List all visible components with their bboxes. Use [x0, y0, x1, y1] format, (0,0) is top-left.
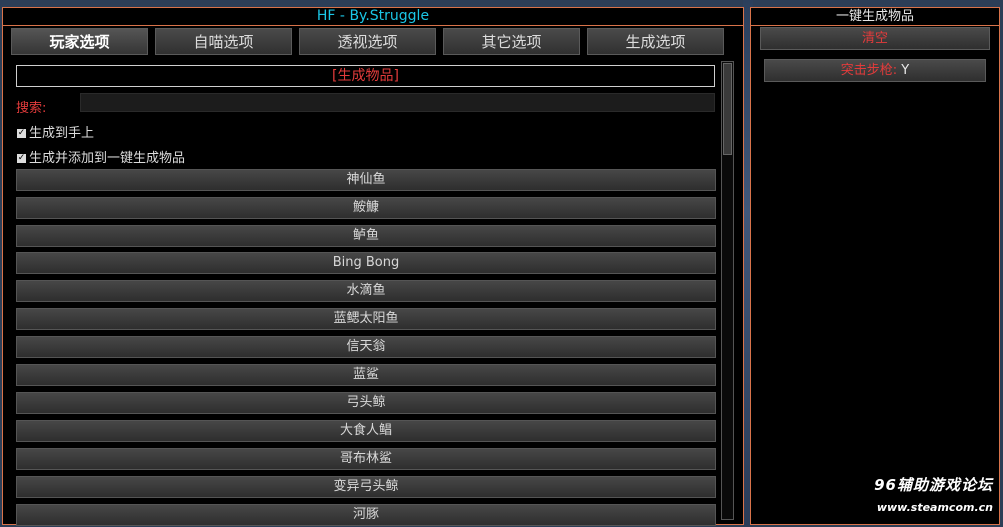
tab-aim-options[interactable]: 自喵选项 [155, 28, 292, 55]
item-button[interactable]: 蓝鳃太阳鱼 [16, 308, 716, 330]
main-window: HF - By.Struggle 玩家选项 自喵选项 透视选项 其它选项 生成选… [2, 7, 744, 526]
search-input[interactable] [80, 93, 715, 112]
spawn-entry-button[interactable]: 突击步枪: Y [764, 59, 986, 82]
checkbox-label: 生成并添加到一键生成物品 [29, 151, 186, 166]
item-button[interactable]: 蓝鲨 [16, 364, 716, 386]
scrollbar-thumb[interactable] [723, 63, 732, 155]
clear-button[interactable]: 清空 [760, 27, 990, 50]
item-button[interactable]: 弓头鲸 [16, 392, 716, 414]
watermark: 96辅助游戏论坛 www.steamcom.cn [874, 474, 993, 514]
checkbox-spawn-to-hand[interactable]: ✓ 生成到手上 [17, 122, 95, 141]
item-list: 神仙鱼 鮟鱇 鲈鱼 Bing Bong 水滴鱼 蓝鳃太阳鱼 信天翁 蓝鲨 弓头鲸… [16, 169, 716, 526]
item-button[interactable]: 变异弓头鲸 [16, 476, 716, 498]
item-button[interactable]: 鲈鱼 [16, 225, 716, 247]
item-button[interactable]: 信天翁 [16, 336, 716, 358]
window-title[interactable]: HF - By.Struggle [3, 8, 743, 26]
tab-bar: 玩家选项 自喵选项 透视选项 其它选项 生成选项 [11, 28, 727, 56]
item-button[interactable]: 神仙鱼 [16, 169, 716, 191]
tab-spawn-options[interactable]: 生成选项 [587, 28, 724, 55]
checkbox-spawn-and-add[interactable]: ✓ 生成并添加到一键生成物品 [17, 147, 186, 166]
tab-esp-options[interactable]: 透视选项 [299, 28, 436, 55]
spawn-entry-label: 突击步枪: [840, 63, 898, 78]
watermark-title: 96辅助游戏论坛 [874, 476, 993, 494]
quick-spawn-window: 一键生成物品 清空 突击步枪: Y [750, 7, 1000, 525]
tab-player-options[interactable]: 玩家选项 [11, 28, 148, 55]
checkbox-check-icon[interactable]: ✓ [17, 129, 26, 138]
search-label: 搜索: [16, 101, 47, 116]
checkbox-check-icon[interactable]: ✓ [17, 154, 26, 163]
item-button[interactable]: 河豚 [16, 504, 716, 526]
section-header: [生成物品] [16, 65, 715, 87]
spawn-entry-key: Y [901, 63, 910, 78]
item-button[interactable]: 鮟鱇 [16, 197, 716, 219]
window-title[interactable]: 一键生成物品 [751, 8, 999, 26]
checkbox-label: 生成到手上 [29, 126, 95, 141]
item-button[interactable]: 大食人鲳 [16, 420, 716, 442]
item-button[interactable]: 水滴鱼 [16, 280, 716, 302]
item-button[interactable]: Bing Bong [16, 252, 716, 274]
watermark-url: www.steamcom.cn [876, 501, 993, 514]
item-list-scrollbar[interactable] [721, 61, 734, 520]
tab-other-options[interactable]: 其它选项 [443, 28, 580, 55]
item-button[interactable]: 哥布林鲨 [16, 448, 716, 470]
